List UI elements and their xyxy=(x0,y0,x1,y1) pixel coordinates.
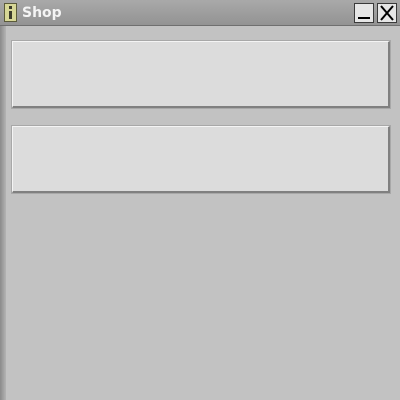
window-title: Shop xyxy=(22,5,62,21)
minimize-icon xyxy=(358,17,370,19)
title-bar[interactable]: Shop xyxy=(0,0,400,26)
close-button[interactable] xyxy=(377,3,397,23)
minimize-button[interactable] xyxy=(354,3,374,23)
shop-button-1[interactable] xyxy=(11,40,391,109)
window-content xyxy=(6,26,400,400)
info-icon[interactable] xyxy=(4,3,17,22)
close-icon xyxy=(380,5,394,21)
shop-button-2[interactable] xyxy=(11,125,391,194)
shop-window: Shop xyxy=(0,0,400,400)
